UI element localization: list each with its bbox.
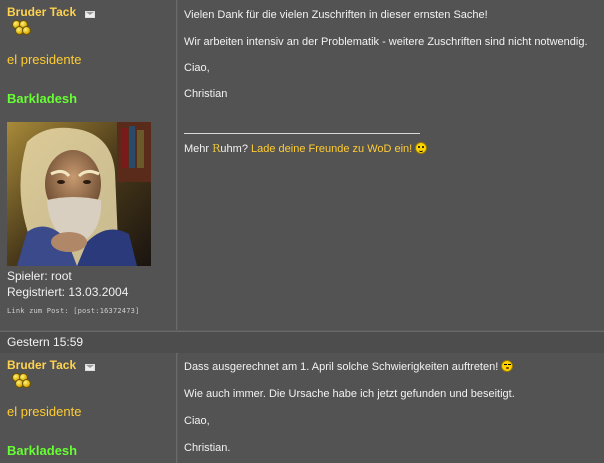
author-name[interactable]: Bruder Tack [7,5,76,19]
post-body: Dass ausgerechnet am 1. April solche Sch… [178,353,604,463]
post-author-panel: Bruder Tack el presidente Barkladesh [0,0,177,330]
guild-name[interactable]: Barkladesh [7,443,77,458]
invite-link[interactable]: Lade deine Freunde zu WoD ein! [251,143,412,155]
wink-icon [501,360,514,372]
coins-icon [10,373,34,393]
player-name: Spieler: root [7,269,72,283]
signature-prefix: Mehr [184,143,213,155]
post-line: Christian [184,88,228,100]
registration-date: Registriert: 13.03.2004 [7,285,129,299]
avatar[interactable] [7,122,151,266]
post-date-row: Gestern 15:59 [0,331,604,354]
post-line: Wie auch immer. Die Ursache habe ich jet… [184,388,515,400]
mail-icon[interactable] [85,11,95,18]
mail-icon[interactable] [85,364,95,371]
post-timestamp: Gestern 15:59 [7,335,84,349]
author-rank: el presidente [7,404,82,419]
post-line: Vielen Dank für die vielen Zuschriften i… [184,9,488,21]
post-line: Wir arbeiten intensiv an der Problematik… [184,36,588,48]
post-line: Ciao, [184,415,210,427]
signature: Mehr Ruhm? Lade deine Freunde zu WoD ein… [184,142,428,155]
post-permalink[interactable]: Link zum Post: [post:16372473] [7,307,139,315]
signature-divider [184,133,420,134]
forum-thread: Bruder Tack el presidente Barkladesh Spi… [0,0,604,463]
author-name[interactable]: Bruder Tack [7,358,76,372]
post-line: Ciao, [184,62,210,74]
post-line-text: Dass ausgerechnet am 1. April solche Sch… [184,361,499,373]
author-rank: el presidente [7,52,82,67]
guild-name[interactable]: Barkladesh [7,91,77,106]
signature-suffix: uhm? [220,143,251,155]
post-author-panel: Bruder Tack el presidente Barkladesh [0,353,177,463]
post-body: Vielen Dank für die vielen Zuschriften i… [178,0,604,330]
smiley-icon [415,142,428,154]
post-line: Christian. [184,442,231,454]
coins-icon [10,20,34,40]
post-line: Dass ausgerechnet am 1. April solche Sch… [184,360,514,373]
